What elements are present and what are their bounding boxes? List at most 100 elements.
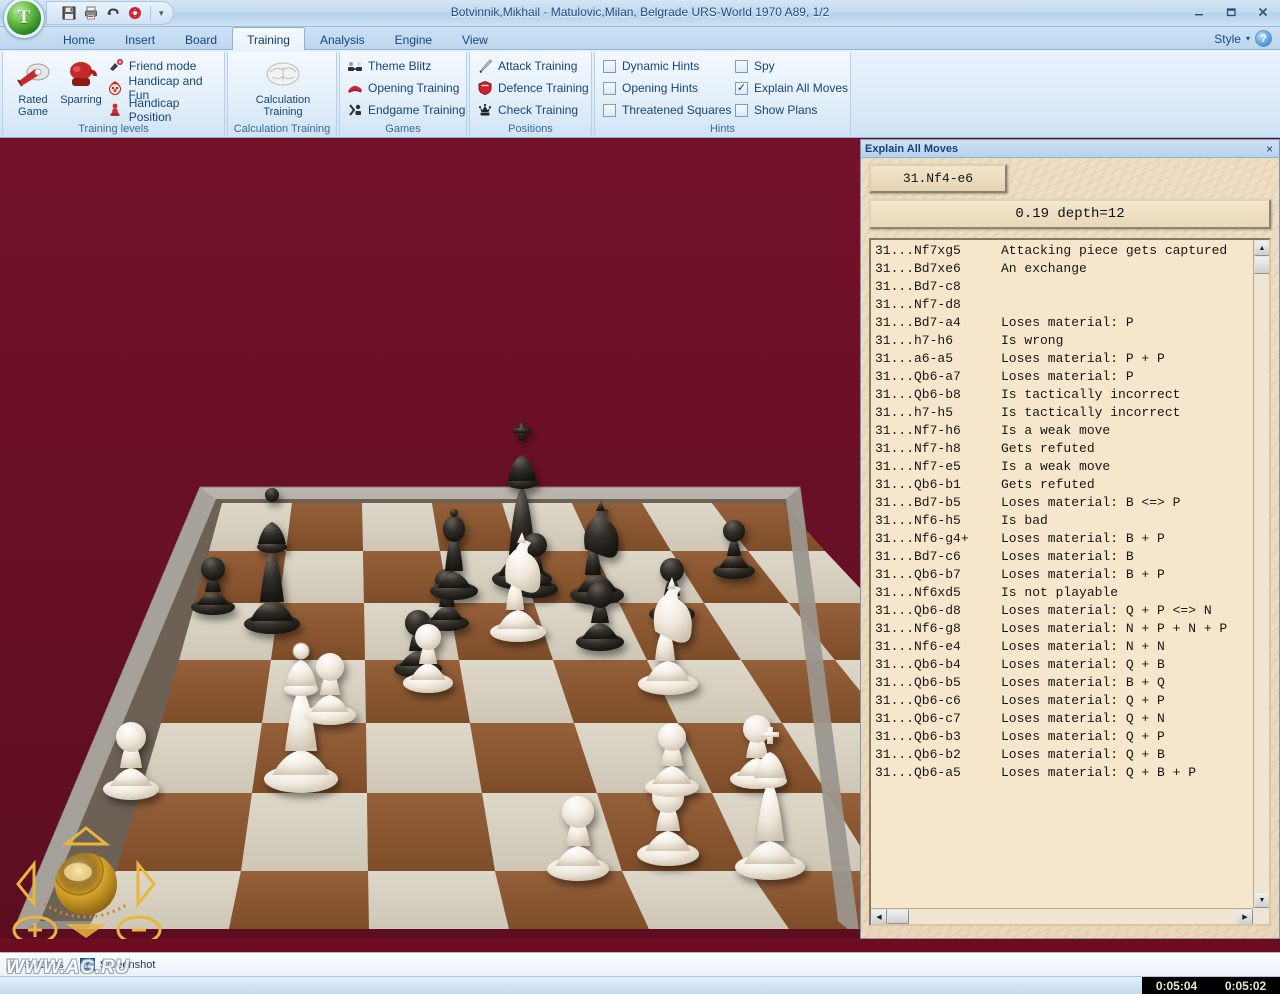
- move-row[interactable]: 31...Bd7-a4Loses material: P: [875, 314, 1249, 332]
- vertical-scroll-thumb[interactable]: [1254, 256, 1270, 274]
- vertical-scrollbar[interactable]: ▲ ▼: [1253, 240, 1269, 908]
- endgame-training-item[interactable]: Endgame Training: [346, 100, 465, 120]
- move-row[interactable]: 31...Qb6-a5Loses material: Q + B + P: [875, 764, 1249, 782]
- checkbox-threatened-squares[interactable]: Threatened Squares: [603, 100, 731, 120]
- move-row[interactable]: 31...Bd7-c6Loses material: B: [875, 548, 1249, 566]
- move-row[interactable]: 31...Nf6xd5Is not playable: [875, 584, 1249, 602]
- group-title-calculation-training: Calculation Training: [228, 123, 336, 135]
- undo-icon[interactable]: [103, 3, 123, 23]
- defence-training-item[interactable]: Defence Training: [476, 78, 589, 98]
- board-navigation-gizmo[interactable]: [8, 812, 168, 942]
- friend-mode-icon: [107, 58, 124, 75]
- move-row[interactable]: 31...Qb6-b1Gets refuted: [875, 476, 1249, 494]
- move-row[interactable]: 31...Qb6-c6Loses material: Q + P: [875, 692, 1249, 710]
- move-row[interactable]: 31...Bd7-b5Loses material: B <=> P: [875, 494, 1249, 512]
- move-comment: Loses material: P: [1001, 314, 1249, 332]
- checkbox-show-plans[interactable]: Show Plans: [735, 100, 817, 120]
- scroll-up-button[interactable]: ▲: [1254, 240, 1270, 256]
- theme-blitz-item[interactable]: Theme Blitz: [346, 56, 431, 76]
- move-row[interactable]: 31...Qb6-b5Loses material: B + Q: [875, 674, 1249, 692]
- horizontal-scroll-thumb[interactable]: [887, 909, 909, 924]
- tab-analysis[interactable]: Analysis: [305, 27, 380, 50]
- brain-icon: [261, 56, 305, 94]
- move-row[interactable]: 31...Qb6-b8Is tactically incorrect: [875, 386, 1249, 404]
- help-icon[interactable]: ?: [1255, 30, 1272, 47]
- handicap-position-item[interactable]: Handicap Position: [107, 100, 224, 120]
- horizontal-scrollbar[interactable]: ◀ ▶: [871, 908, 1253, 924]
- chevron-down-icon: ▾: [1246, 34, 1250, 43]
- scroll-left-button[interactable]: ◀: [871, 909, 887, 925]
- current-move-button[interactable]: 31.Nf4-e6: [869, 164, 1007, 193]
- move-row[interactable]: 31...Nf7-h8Gets refuted: [875, 440, 1249, 458]
- move-notation: 31...h7-h6: [875, 332, 1001, 350]
- checkbox-explain-all-moves[interactable]: ✓ Explain All Moves: [735, 78, 848, 98]
- move-row[interactable]: 31...Nf7-e5Is a weak move: [875, 458, 1249, 476]
- move-row[interactable]: 31...Nf6-g4+Loses material: B + P: [875, 530, 1249, 548]
- clock-display: 0:05:04 0:05:02: [1142, 977, 1280, 994]
- move-row[interactable]: 31...Qb6-b7Loses material: B + P: [875, 566, 1249, 584]
- move-row[interactable]: 31...Nf6-h5Is bad: [875, 512, 1249, 530]
- engine-icon[interactable]: [125, 3, 145, 23]
- window-title: Botvinnik,Mikhail - Matulovic,Milan, Bel…: [0, 5, 1280, 19]
- panel-title: Explain All Moves: [865, 143, 958, 155]
- save-icon[interactable]: [59, 3, 79, 23]
- scroll-right-button[interactable]: ▶: [1237, 909, 1253, 925]
- move-comment: Loses material: Q + P: [1001, 692, 1249, 710]
- minimize-icon[interactable]: [1188, 3, 1210, 21]
- tab-home[interactable]: Home: [48, 27, 110, 50]
- move-row[interactable]: 31...Qb6-b4Loses material: Q + B: [875, 656, 1249, 674]
- handicap-and-fun-item[interactable]: Handicap and Fun: [107, 78, 224, 98]
- restore-icon[interactable]: [1220, 3, 1242, 21]
- move-comment: An exchange: [1001, 260, 1249, 278]
- tab-engine[interactable]: Engine: [380, 27, 447, 50]
- move-row[interactable]: 31...Qb6-b2Loses material: Q + B: [875, 746, 1249, 764]
- checkbox-opening-hints[interactable]: Opening Hints: [603, 78, 698, 98]
- tab-training[interactable]: Training: [232, 27, 305, 50]
- move-row[interactable]: 31...h7-h6Is wrong: [875, 332, 1249, 350]
- move-row[interactable]: 31...Nf6-g8Loses material: N + P + N + P: [875, 620, 1249, 638]
- qat-dropdown-icon[interactable]: ▾: [156, 8, 167, 19]
- calculation-training-button[interactable]: Calculation Training: [244, 56, 322, 120]
- move-notation: 31...Nf6-g4+: [875, 530, 1001, 548]
- move-explanation-list[interactable]: 31...Nf7xg5Attacking piece gets captured…: [869, 238, 1271, 926]
- move-row[interactable]: 31...Nf7-d8: [875, 296, 1249, 314]
- check-training-item[interactable]: Check Training: [476, 100, 578, 120]
- close-icon[interactable]: [1252, 3, 1274, 21]
- move-row[interactable]: 31...Qb6-a7Loses material: P: [875, 368, 1249, 386]
- sparring-button[interactable]: Sparring: [55, 56, 107, 120]
- chess-board-3d[interactable]: [0, 139, 860, 929]
- attack-training-item[interactable]: Attack Training: [476, 56, 577, 76]
- print-icon[interactable]: [81, 3, 101, 23]
- move-row[interactable]: 31...Nf7xg5Attacking piece gets captured: [875, 242, 1249, 260]
- tab-view[interactable]: View: [447, 27, 503, 50]
- move-row[interactable]: 31...Qb6-c7Loses material: Q + N: [875, 710, 1249, 728]
- style-menu[interactable]: Style ▾ ?: [1214, 30, 1272, 47]
- friend-mode-item[interactable]: Friend mode: [107, 56, 196, 76]
- move-list-rows[interactable]: 31...Nf7xg5Attacking piece gets captured…: [875, 242, 1249, 906]
- checkbox-spy[interactable]: Spy: [735, 56, 775, 76]
- rated-game-button[interactable]: Rated Game: [7, 56, 59, 120]
- settings-button[interactable]: Settings: [6, 958, 64, 972]
- calculation-training-label-1: Calculation: [256, 94, 310, 106]
- move-row[interactable]: 31...a6-a5Loses material: P + P: [875, 350, 1249, 368]
- move-row[interactable]: 31...Qb6-d8Loses material: Q + P <=> N: [875, 602, 1249, 620]
- checkbox-dynamic-hints[interactable]: Dynamic Hints: [603, 56, 699, 76]
- move-row[interactable]: 31...Qb6-b3Loses material: Q + P: [875, 728, 1249, 746]
- board-area[interactable]: [0, 139, 860, 952]
- tab-insert[interactable]: Insert: [110, 27, 170, 50]
- move-notation: 31...Nf6-g8: [875, 620, 1001, 638]
- scroll-down-button[interactable]: ▼: [1254, 892, 1270, 908]
- clown-icon: [107, 80, 124, 97]
- screenshot-button[interactable]: Screenshot: [80, 958, 156, 971]
- move-comment: [1001, 296, 1249, 314]
- opening-training-item[interactable]: Opening Training: [346, 78, 459, 98]
- move-row[interactable]: 31...Bd7-c8: [875, 278, 1249, 296]
- move-row[interactable]: 31...Bd7xe6An exchange: [875, 260, 1249, 278]
- move-row[interactable]: 31...h7-h5Is tactically incorrect: [875, 404, 1249, 422]
- move-row[interactable]: 31...Nf6-e4Loses material: N + N: [875, 638, 1249, 656]
- application-menu-orb[interactable]: T: [4, 0, 44, 38]
- move-row[interactable]: 31...Nf7-h6Is a weak move: [875, 422, 1249, 440]
- theme-blitz-label: Theme Blitz: [368, 59, 431, 73]
- panel-close-icon[interactable]: ×: [1264, 143, 1275, 155]
- tab-board[interactable]: Board: [170, 27, 232, 50]
